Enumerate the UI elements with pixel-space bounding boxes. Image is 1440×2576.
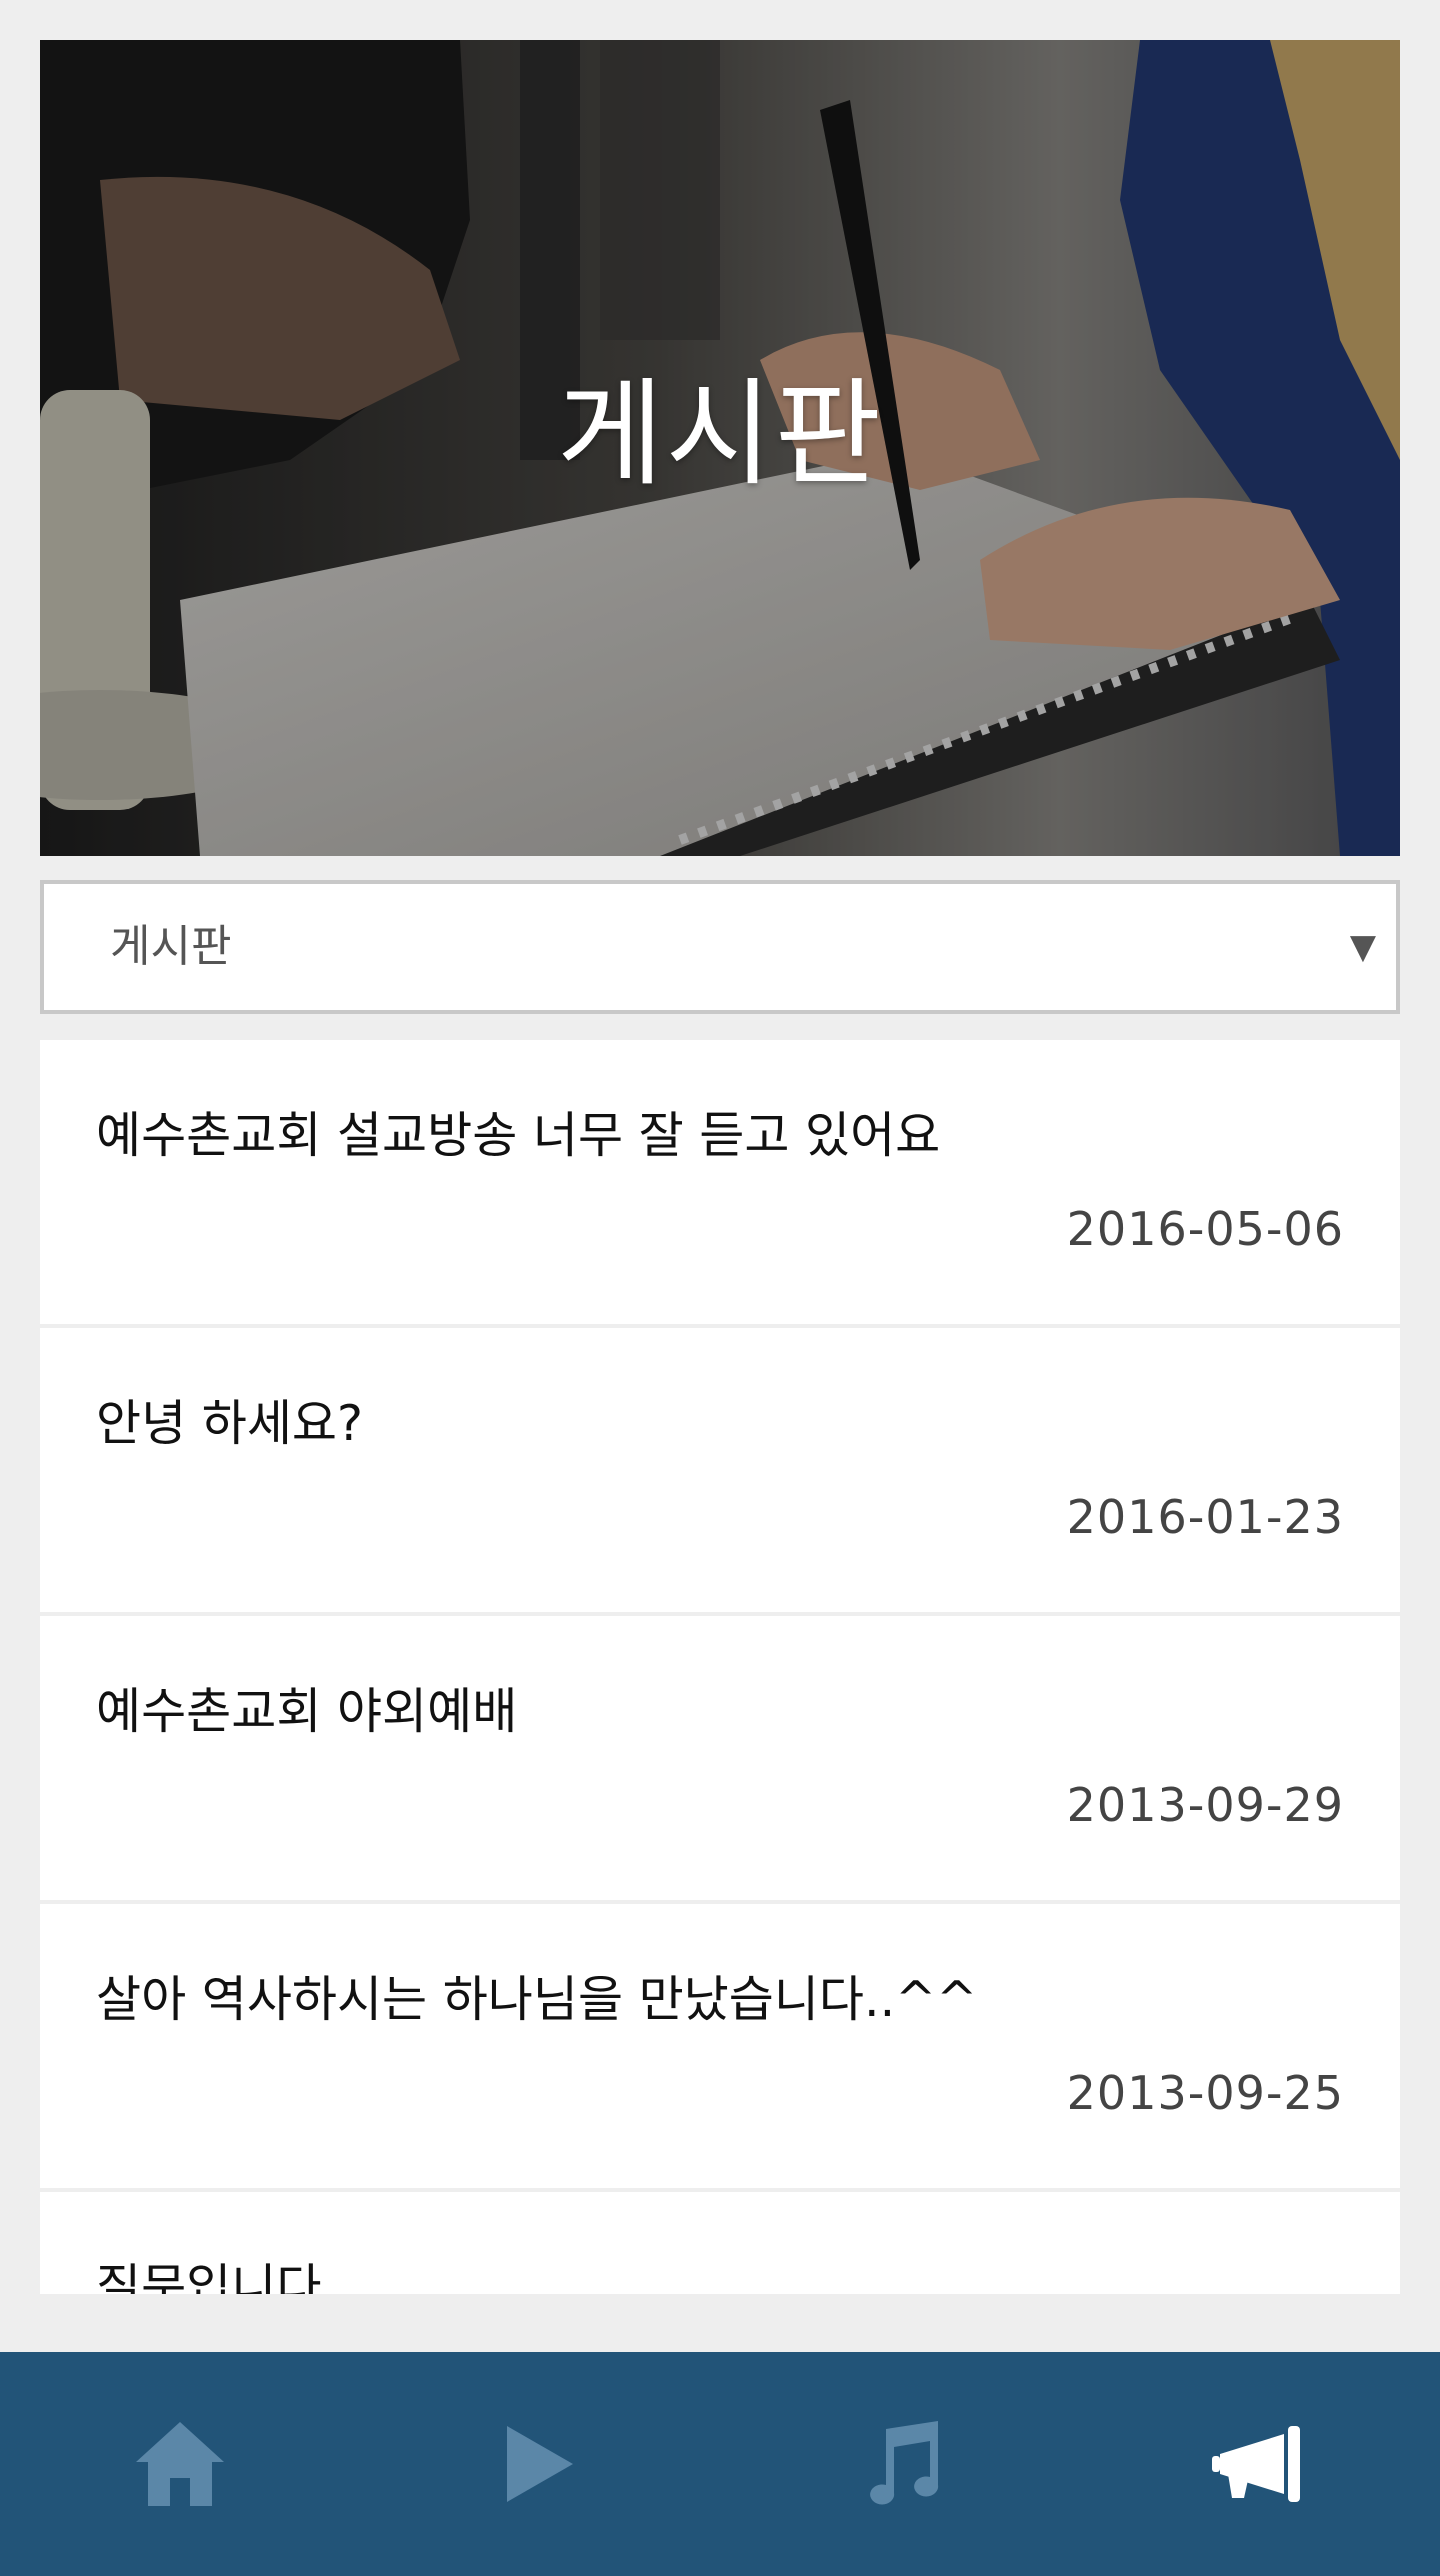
post-date: 2013-09-25: [1066, 2066, 1344, 2120]
page-title: 게시판: [556, 367, 884, 502]
category-dropdown-value: 게시판: [110, 921, 232, 972]
post-title: 안녕 하세요?: [96, 1395, 363, 1452]
dropdown-arrow-icon: ▼: [1349, 927, 1376, 967]
hero-banner: 게시판: [40, 40, 1400, 856]
tab-notice[interactable]: [1080, 2352, 1440, 2576]
post-list: 예수촌교회 설교방송 너무 잘 듣고 있어요 2016-05-06 안녕 하세요…: [40, 1040, 1400, 2294]
play-icon: [507, 2426, 573, 2502]
post-title: 살아 역사하시는 하나님을 만났습니다..^^: [96, 1971, 978, 2028]
list-item[interactable]: 질문입니다.: [40, 2192, 1400, 2294]
post-title: 예수촌교회 야외예배: [96, 1683, 518, 1740]
list-item[interactable]: 예수촌교회 설교방송 너무 잘 듣고 있어요 2016-05-06: [40, 1040, 1400, 1324]
post-title: 예수촌교회 설교방송 너무 잘 듣고 있어요: [96, 1107, 941, 1164]
post-title: 질문입니다.: [96, 2259, 337, 2294]
list-item[interactable]: 안녕 하세요? 2016-01-23: [40, 1328, 1400, 1612]
list-item[interactable]: 예수촌교회 야외예배 2013-09-29: [40, 1616, 1400, 1900]
post-date: 2016-01-23: [1066, 1490, 1344, 1544]
category-dropdown[interactable]: 게시판 ▼: [40, 880, 1400, 1014]
home-icon: [136, 2422, 224, 2506]
tab-play[interactable]: [360, 2352, 720, 2576]
bottom-tab-bar: [0, 2352, 1440, 2576]
tab-home[interactable]: [0, 2352, 360, 2576]
post-date: 2016-05-06: [1066, 1202, 1344, 1256]
megaphone-icon: [1212, 2426, 1300, 2502]
post-date: 2013-09-29: [1066, 1778, 1344, 1832]
tab-music[interactable]: [720, 2352, 1080, 2576]
music-note-icon: [870, 2421, 939, 2505]
list-item[interactable]: 살아 역사하시는 하나님을 만났습니다..^^ 2013-09-25: [40, 1904, 1400, 2188]
